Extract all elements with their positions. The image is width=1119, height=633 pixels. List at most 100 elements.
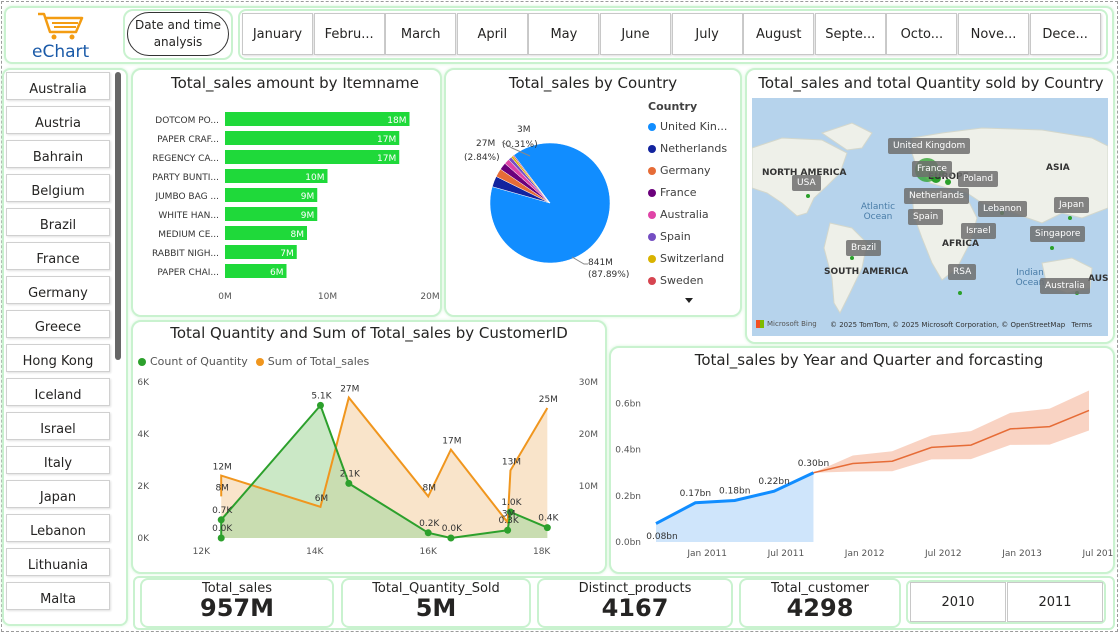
country-item-7[interactable]: Greece [6, 310, 110, 338]
geo-label-africa: AFRICA [942, 239, 979, 249]
month-button-10[interactable]: Nove... [958, 13, 1029, 55]
month-button-8[interactable]: Septe... [814, 13, 886, 55]
map-terms-link[interactable]: Terms [1071, 321, 1092, 329]
pie-legend-label: Switzerland [660, 252, 725, 265]
pie-legend-dot [648, 188, 656, 197]
month-button-11[interactable]: Dece... [1029, 13, 1101, 55]
logo: eChart [26, 10, 106, 62]
country-item-1[interactable]: Austria [6, 106, 110, 134]
map-bubble-label-2[interactable]: Netherlands [904, 188, 969, 204]
country-item-12[interactable]: Japan [6, 480, 110, 508]
customer-x-tick: 18K [533, 547, 551, 557]
customer-chart-title: Total Quantity and Sum of Total_sales by… [170, 324, 568, 342]
map-bubble-label-10[interactable]: Brazil [846, 240, 882, 256]
bar-data-label: 6M [270, 268, 284, 278]
map-title: Total_sales and total Quantity sold by C… [758, 74, 1104, 92]
month-button-3[interactable]: April [456, 13, 528, 55]
legend-count-quantity-label: Count of Quantity [150, 355, 248, 368]
forecast-point-label: 0.22bn [758, 477, 789, 487]
year-button-2010[interactable]: 2010 [910, 582, 1006, 622]
item-bar[interactable] [225, 150, 400, 164]
pie-legend-dot [648, 254, 656, 263]
pie-legend-dot [648, 122, 656, 131]
item-chart-title: Total_sales amount by Itemname [170, 74, 419, 92]
country-item-11[interactable]: Italy [6, 446, 110, 474]
item-bar[interactable] [225, 112, 410, 126]
map-bubble-label-8[interactable]: Singapore [1030, 226, 1086, 242]
world-map[interactable]: NORTH AMERICA SOUTH AMERICA EUROPE AFRIC… [752, 98, 1108, 336]
pie-label-main-pct: (87.89%) [588, 270, 629, 280]
quantity-point[interactable] [504, 526, 512, 534]
chevron-down-icon[interactable] [685, 298, 693, 303]
map-bubble-label-4[interactable]: Spain [908, 209, 944, 225]
forecast-point-label: 0.17bn [680, 489, 711, 499]
legend-sum-sales-label: Sum of Total_sales [267, 355, 370, 368]
pie-legend-item-1[interactable]: Netherlands [648, 142, 727, 155]
date-time-analysis-button[interactable]: Date and time analysis [127, 12, 229, 56]
country-item-2[interactable]: Bahrain [6, 140, 110, 168]
country-item-10[interactable]: Israel [6, 412, 110, 440]
map-bubble-label-12[interactable]: Australia [1040, 278, 1090, 294]
forecast-x-tick: Jul 2013 [1081, 549, 1113, 559]
pie-label-second-value: 27M [476, 139, 495, 149]
quantity-point[interactable] [345, 479, 353, 487]
map-bubble-label-9[interactable]: USA [792, 175, 821, 191]
country-slicer-scrollbar[interactable] [115, 72, 121, 360]
forecast-y-tick: 0.6bn [615, 400, 641, 410]
month-button-4[interactable]: May [528, 13, 600, 55]
month-button-7[interactable]: August [743, 13, 815, 55]
map-bubble-label-6[interactable]: Israel [961, 223, 996, 239]
sales-data-label: 25M [539, 395, 558, 405]
item-bar[interactable] [225, 131, 400, 145]
bar-category-label: REGENCY CA... [152, 154, 219, 164]
customer-legend: Count of Quantity Sum of Total_sales [138, 355, 369, 368]
windows-logo-icon [756, 320, 764, 328]
country-item-8[interactable]: Hong Kong [6, 344, 110, 372]
map-bubble-label-7[interactable]: Japan [1054, 197, 1090, 213]
pie-legend-item-7[interactable]: Sweden [648, 274, 703, 287]
customer-x-tick: 12K [193, 547, 211, 557]
country-item-13[interactable]: Lebanon [6, 514, 110, 542]
country-item-9[interactable]: Iceland [6, 378, 110, 406]
pie-legend-label: Germany [660, 164, 711, 177]
quantity-point[interactable] [447, 534, 455, 542]
map-bubble-label-11[interactable]: RSA [948, 264, 977, 280]
quantity-point[interactable] [543, 524, 551, 532]
country-item-6[interactable]: Germany [6, 276, 110, 304]
map-bubble-label-1[interactable]: France [912, 161, 952, 177]
map-bubble-label-3[interactable]: Poland [958, 171, 999, 187]
country-item-0[interactable]: Australia [6, 72, 110, 100]
quantity-point[interactable] [217, 534, 225, 542]
month-button-0[interactable]: January [242, 13, 313, 55]
quantity-data-label: 2.1K [340, 469, 361, 479]
country-item-3[interactable]: Belgium [6, 174, 110, 202]
pie-legend-item-5[interactable]: Spain [648, 230, 691, 243]
country-item-4[interactable]: Brazil [6, 208, 110, 236]
bar-category-label: PARTY BUNTI... [152, 173, 219, 183]
map-bubble-label-5[interactable]: Lebanon [978, 201, 1027, 217]
country-item-5[interactable]: France [6, 242, 110, 270]
month-button-5[interactable]: June [600, 13, 671, 55]
sales-data-label: 27M [340, 385, 359, 395]
pie-legend-item-4[interactable]: Australia [648, 208, 709, 221]
bar-data-label: 17M [377, 154, 396, 164]
month-button-6[interactable]: July [671, 13, 743, 55]
pie-legend-item-0[interactable]: United Kin... [648, 120, 727, 133]
quantity-point[interactable] [217, 516, 225, 524]
month-button-2[interactable]: March [385, 13, 457, 55]
year-button-2011[interactable]: 2011 [1007, 582, 1103, 622]
map-bubble-label-0[interactable]: United Kingdom [888, 138, 971, 154]
pie-legend-item-6[interactable]: Switzerland [648, 252, 724, 265]
month-button-9[interactable]: Octo... [886, 13, 958, 55]
pie-legend-item-3[interactable]: France [648, 186, 697, 199]
forecast-x-tick: Jul 2011 [767, 549, 805, 559]
country-item-15[interactable]: Malta [6, 582, 110, 610]
customer-y-right-tick: 10M [579, 482, 598, 492]
month-button-1[interactable]: Febru... [313, 13, 385, 55]
quantity-point[interactable] [424, 529, 432, 537]
quantity-point[interactable] [316, 401, 324, 409]
pie-label-main-value: 841M [588, 258, 613, 268]
forecast-y-tick: 0.0bn [615, 538, 641, 548]
country-item-14[interactable]: Lithuania [6, 548, 110, 576]
pie-legend-item-2[interactable]: Germany [648, 164, 711, 177]
